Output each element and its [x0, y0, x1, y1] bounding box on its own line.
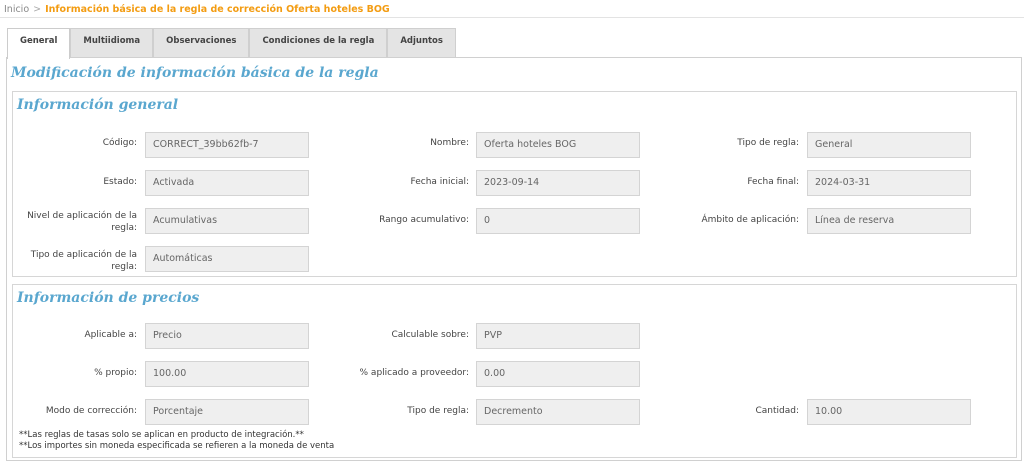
proveedor-field[interactable]: 0.00	[476, 361, 640, 387]
ambito-aplicacion-field[interactable]: Línea de reserva	[807, 208, 971, 234]
nombre-field[interactable]: Oferta hoteles BOG	[476, 132, 640, 158]
tab-adjuntos[interactable]: Adjuntos	[387, 28, 456, 58]
aplicable-label: Aplicable a:	[84, 330, 138, 340]
fecha-inicial-field[interactable]: 2023-09-14	[476, 170, 640, 196]
aplicable-field[interactable]: Precio	[145, 323, 309, 349]
nivel-aplicacion-label: Nivel de aplicación de la regla:	[27, 211, 137, 233]
header-divider	[0, 17, 1024, 18]
propio-label: % propio:	[94, 368, 137, 378]
section-price-info: Información de precios Aplicable a: Prec…	[12, 284, 1017, 458]
tipo-aplicacion-label: Tipo de aplicación de la regla:	[30, 250, 137, 272]
ambito-aplicacion-label: Ámbito de aplicación:	[701, 215, 799, 225]
breadcrumb: Inicio > Información básica de la regla de…	[4, 2, 390, 18]
cantidad-field[interactable]: 10.00	[807, 399, 971, 425]
footnotes: **Las reglas de tasas solo se aplican en…	[19, 430, 334, 452]
estado-label: Estado:	[103, 177, 137, 187]
tab-condiciones[interactable]: Condiciones de la regla	[249, 28, 388, 58]
page-title: Modificación de información básica de la…	[11, 65, 379, 81]
calculable-label: Calculable sobre:	[391, 330, 469, 340]
section-general-title: Información general	[17, 97, 179, 113]
tab-bar: General Multiidioma Observaciones Condic…	[7, 28, 456, 59]
tipo-aplicacion-field[interactable]: Automáticas	[145, 246, 309, 272]
breadcrumb-current: Información básica de la regla de correc…	[45, 4, 390, 15]
nombre-label: Nombre:	[430, 138, 469, 148]
tipo-regla-label: Tipo de regla:	[737, 138, 799, 148]
fecha-final-field[interactable]: 2024-03-31	[807, 170, 971, 196]
propio-field[interactable]: 100.00	[145, 361, 309, 387]
estado-field[interactable]: Activada	[145, 170, 309, 196]
breadcrumb-home-link[interactable]: Inicio	[4, 4, 29, 15]
tipo-regla-precio-field[interactable]: Decremento	[476, 399, 640, 425]
footnote: **Los importes sin moneda especificada s…	[19, 441, 335, 451]
codigo-field[interactable]: CORRECT_39bb62fb-7	[145, 132, 309, 158]
modo-correccion-field[interactable]: Porcentaje	[145, 399, 309, 425]
modo-correccion-label: Modo de corrección:	[45, 406, 137, 416]
rango-acumulativo-field[interactable]: 0	[476, 208, 640, 234]
cantidad-label: Cantidad:	[755, 406, 799, 416]
breadcrumb-separator: >	[33, 4, 42, 15]
tab-general[interactable]: General	[7, 28, 71, 59]
main-panel: Modificación de información básica de la…	[6, 57, 1022, 461]
calculable-field[interactable]: PVP	[476, 323, 640, 349]
tipo-regla-field[interactable]: General	[807, 132, 971, 158]
tab-observaciones[interactable]: Observaciones	[153, 28, 250, 58]
codigo-label: Código:	[102, 138, 137, 148]
section-general-info: Información general Código: CORRECT_39bb…	[12, 91, 1017, 277]
fecha-final-label: Fecha final:	[747, 177, 799, 187]
proveedor-label: % aplicado a proveedor:	[359, 368, 469, 378]
nivel-aplicacion-field[interactable]: Acumulativas	[145, 208, 309, 234]
section-price-title: Información de precios	[17, 290, 200, 306]
fecha-inicial-label: Fecha inicial:	[410, 177, 469, 187]
rango-acumulativo-label: Rango acumulativo:	[379, 215, 469, 225]
footnote: **Las reglas de tasas solo se aplican en…	[19, 430, 304, 440]
tab-multiidioma[interactable]: Multiidioma	[70, 28, 154, 58]
tipo-regla-precio-label: Tipo de regla:	[407, 406, 469, 416]
